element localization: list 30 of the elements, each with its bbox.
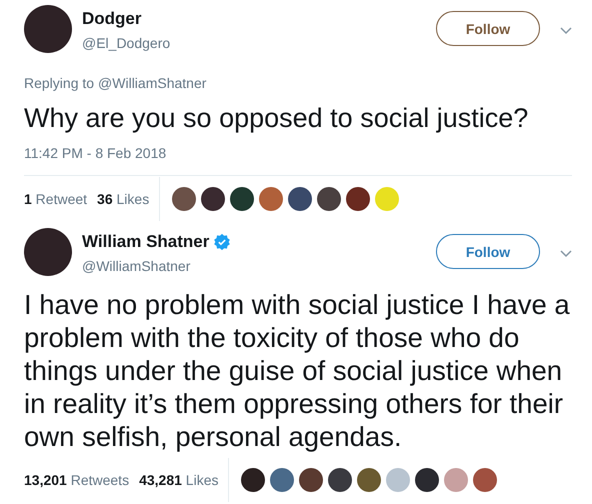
chevron-down-icon[interactable] [560,250,572,258]
liker-avatar-icon[interactable] [357,468,382,492]
avatar-icon[interactable] [24,5,72,53]
avatar-icon[interactable] [24,228,72,276]
user-handle[interactable]: @El_Dodgero [82,35,436,51]
liker-avatar-icon[interactable] [317,187,342,211]
liker-avatar-icon[interactable] [288,187,312,211]
user-handle[interactable]: @WilliamShatner [82,258,436,274]
stat-link[interactable]: 13,201 Retweets [24,472,130,488]
liker-avatar-icon[interactable] [346,187,370,211]
stat-link[interactable]: 1 Retweet [24,191,88,207]
liker-avatar-icon[interactable] [172,187,196,211]
follow-button[interactable]: Follow [436,11,540,46]
stat-link[interactable]: 36 Likes [97,191,150,207]
reply-handle-link[interactable]: @WilliamShatner [98,75,206,91]
liker-avatar-icon[interactable] [415,468,440,492]
follow-button[interactable]: Follow [436,234,540,269]
display-name[interactable]: William Shatner [82,232,210,252]
liker-avatar-icon[interactable] [299,468,324,492]
liker-avatar-icon[interactable] [230,187,254,211]
tweet-text: Why are you so opposed to social justice? [24,102,530,135]
tweet-timestamp[interactable]: 11:42 PM - 8 Feb 2018 [24,145,572,161]
display-name[interactable]: Dodger [82,9,142,29]
stat-link[interactable]: 43,281 Likes [139,472,218,488]
tweet-text: I have no problem with social justice I have a problem with the toxicity of those who do things under the guise of social justice when in reality it’s them oppressing others for their own selfish, personal agendas. [24,288,571,453]
liker-avatar-icon[interactable] [201,187,226,211]
liker-avatar-icon[interactable] [328,468,352,492]
liker-avatar-icon[interactable] [241,468,266,492]
chevron-down-icon[interactable] [560,27,572,35]
replying-to-label: Replying to [24,75,94,91]
